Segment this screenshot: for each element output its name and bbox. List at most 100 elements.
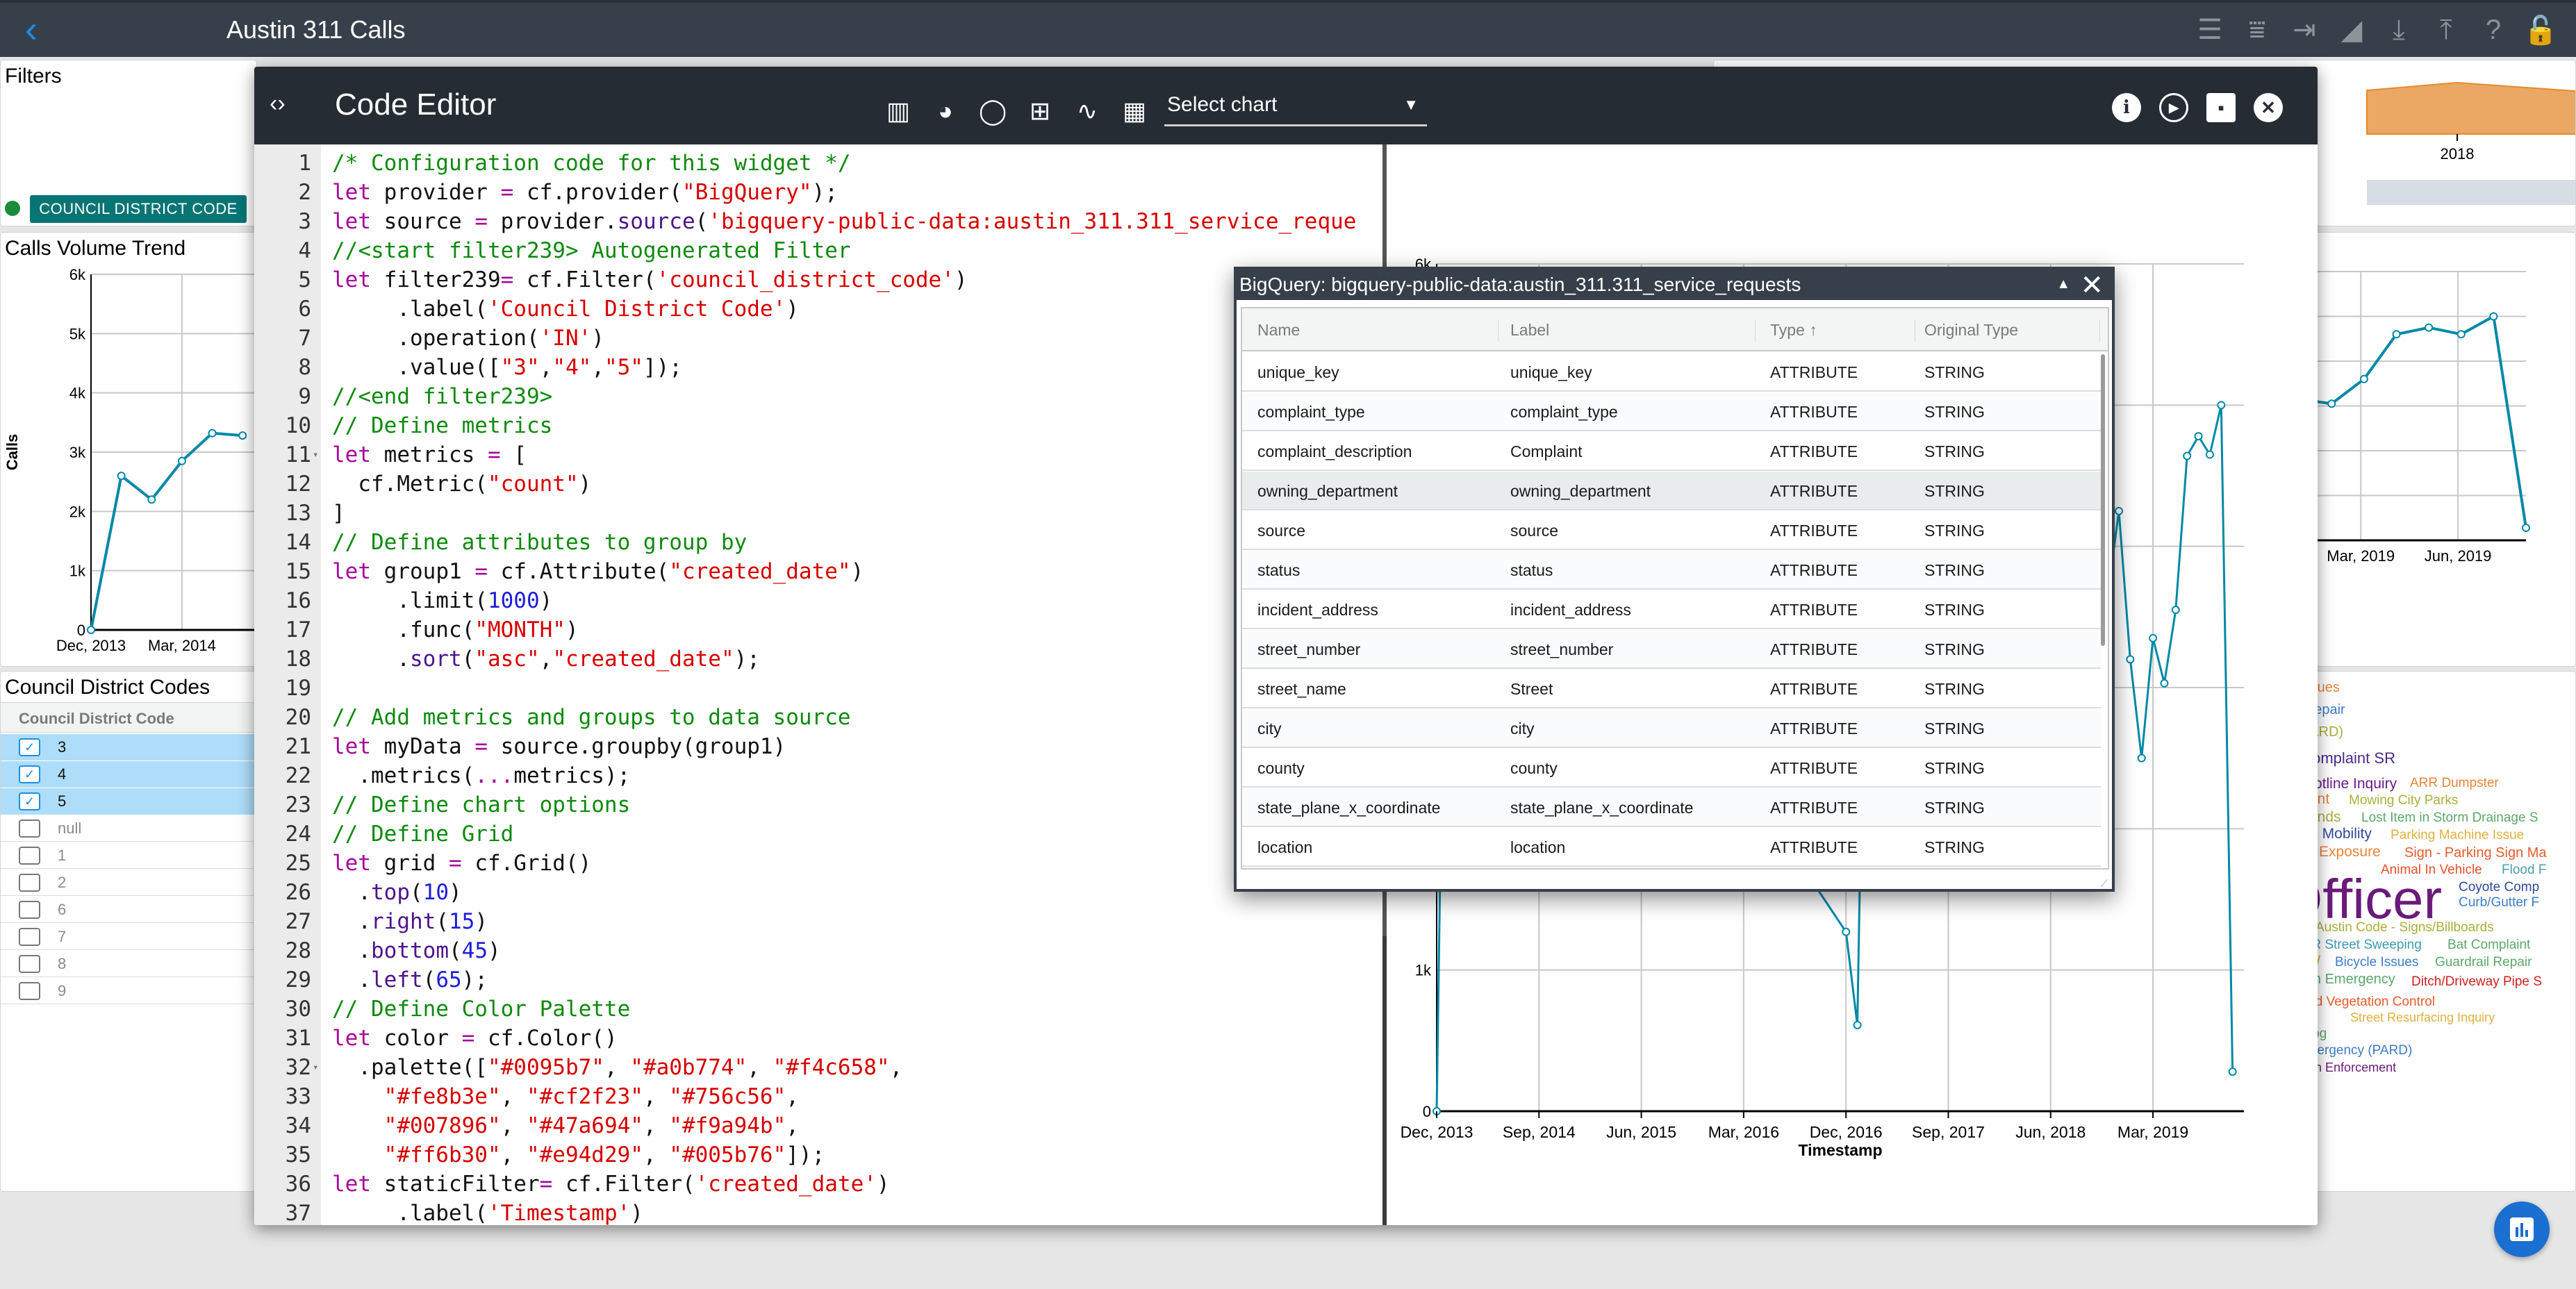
schema-dialog-header[interactable]: BigQuery: bigquery-public-data:austin_31… — [1237, 269, 2112, 301]
code-line[interactable]: 17 .func("MONTH") — [254, 615, 1387, 644]
filter-chip-council-district-code[interactable]: COUNCIL DISTRICT CODE — [30, 195, 247, 223]
council-district-row[interactable]: 6 — [1, 897, 256, 923]
data-point[interactable] — [2522, 523, 2530, 532]
data-point[interactable] — [2205, 450, 2214, 459]
code-line[interactable]: 24 // Define Grid — [254, 820, 1387, 849]
unlock-icon[interactable]: 🔓 — [2523, 14, 2558, 46]
code-line[interactable]: 5 let filter239= cf.Filter('council_distr… — [254, 265, 1387, 294]
download-icon[interactable]: ⤓ — [2383, 14, 2415, 46]
word-cloud-term[interactable]: Lost Item in Storm Drainage S — [2361, 810, 2538, 826]
schema-row[interactable]: unique_key unique_key ATTRIBUTE STRING — [1242, 353, 2101, 392]
code-line[interactable]: 7 .operation('IN') — [254, 324, 1387, 353]
code-line[interactable]: 32 ▾ .palette(["#0095b7", "#a0b774", "#f4… — [254, 1053, 1387, 1082]
council-district-row[interactable]: 2 — [1, 870, 256, 896]
code-line[interactable]: 6 .label('Council District Code') — [254, 294, 1387, 324]
data-point[interactable] — [87, 626, 95, 634]
council-district-row[interactable]: ✓ 5 — [1, 788, 256, 815]
data-point[interactable] — [117, 472, 126, 481]
schema-row[interactable]: status status ATTRIBUTE STRING — [1242, 551, 2101, 590]
schema-row[interactable]: complaint_description Complaint ATTRIBUTE S… — [1242, 432, 2101, 471]
council-district-row[interactable]: 1 — [1, 842, 256, 869]
code-line[interactable]: 36 let staticFilter= cf.Filter('created_d… — [254, 1170, 1387, 1199]
code-line[interactable]: 31 let color = cf.Color() — [254, 1024, 1387, 1053]
upload-icon[interactable]: ⤒ — [2430, 14, 2462, 46]
schema-row[interactable]: source source ATTRIBUTE STRING — [1242, 511, 2101, 550]
column-header-original-type[interactable]: Original Type — [1924, 321, 2018, 340]
data-point[interactable] — [2228, 1067, 2237, 1076]
word-cloud-term[interactable]: Sign - Parking Sign Ma — [2404, 845, 2547, 861]
code-line[interactable]: 27 .right(15) — [254, 907, 1387, 936]
code-line[interactable]: 20 // Add metrics and groups to data sour… — [254, 703, 1387, 732]
data-point[interactable] — [2327, 399, 2336, 408]
donut-chart-icon[interactable]: ◯ — [975, 94, 1010, 128]
schema-table-scrollbar[interactable] — [2101, 354, 2105, 646]
data-point[interactable] — [2194, 432, 2203, 441]
pie-chart-icon[interactable]: ◕ — [928, 94, 963, 128]
back-button[interactable]: ‹ — [25, 10, 53, 48]
help-icon[interactable]: ? — [2477, 14, 2509, 46]
data-point[interactable] — [147, 495, 156, 504]
code-line[interactable]: 18 .sort("asc","created_date"); — [254, 644, 1387, 674]
data-point[interactable] — [2183, 451, 2192, 460]
word-cloud-term[interactable]: Street Resurfacing Inquiry — [2350, 1011, 2495, 1025]
council-district-code-column-header[interactable]: Council District Code — [1, 702, 256, 733]
data-point[interactable] — [2114, 506, 2123, 515]
code-line[interactable]: 21 let myData = source.groupby(group1) — [254, 732, 1387, 761]
data-point[interactable] — [177, 456, 186, 465]
data-point[interactable] — [2149, 633, 2158, 642]
run-icon[interactable]: ▶ — [2159, 93, 2188, 122]
column-header-name[interactable]: Name — [1257, 321, 1300, 340]
time-slider-selection[interactable] — [2367, 180, 2576, 205]
fold-toggle-icon[interactable]: ▾ — [313, 440, 318, 469]
checkbox-unchecked[interactable] — [19, 846, 40, 865]
schema-row[interactable]: state_plane_x_coordinate state_plane_x_co… — [1242, 788, 2101, 827]
data-point[interactable] — [2457, 330, 2466, 339]
code-line[interactable]: 25 let grid = cf.Grid() — [254, 849, 1387, 878]
align-left-icon[interactable]: ☰ — [2194, 14, 2226, 46]
code-line[interactable]: 9 //<end filter239> — [254, 382, 1387, 411]
data-point[interactable] — [2489, 312, 2498, 321]
checkbox-unchecked[interactable] — [19, 900, 40, 919]
code-line[interactable]: 30 // Define Color Palette — [254, 995, 1387, 1024]
data-point[interactable] — [2392, 330, 2401, 339]
word-cloud-term[interactable]: ARR Dumpster — [2410, 776, 2499, 791]
checkbox-unchecked[interactable] — [19, 981, 40, 1000]
schema-row[interactable]: street_number street_number ATTRIBUTE STRIN… — [1242, 630, 2101, 669]
schema-row[interactable]: map_pagemap_pageATTRIBUTESTRING — [1242, 867, 2101, 868]
word-cloud-term[interactable]: Curb/Gutter F — [2459, 895, 2539, 910]
code-line[interactable]: 29 .left(65); — [254, 965, 1387, 995]
code-line[interactable]: 13] — [254, 499, 1387, 528]
data-point[interactable] — [2126, 655, 2135, 664]
code-text-area[interactable]: 1 /* Configuration code for this widget *… — [254, 144, 1387, 1225]
checkbox-checked[interactable]: ✓ — [19, 792, 40, 810]
word-cloud-term[interactable]: Austin Code - Signs/Billboards — [2315, 920, 2494, 935]
code-line[interactable]: 23 // Define chart options — [254, 790, 1387, 820]
close-icon[interactable]: ✕ — [2080, 269, 2104, 301]
council-district-row[interactable]: null — [1, 815, 256, 842]
word-cloud-term[interactable]: Coyote Comp — [2459, 880, 2539, 895]
checkbox-checked[interactable]: ✓ — [19, 738, 40, 756]
code-line[interactable]: 11 ▾ let metrics = [ — [254, 440, 1387, 469]
close-icon[interactable]: ✕ — [2254, 93, 2283, 122]
schema-row[interactable]: complaint_type complaint_type ATTRIBUTE STR… — [1242, 392, 2101, 431]
line-chart-icon[interactable]: ∿ — [1070, 94, 1105, 128]
add-chart-fab[interactable] — [2494, 1201, 2550, 1257]
data-point[interactable] — [2217, 401, 2226, 410]
code-line[interactable]: 28 .bottom(45) — [254, 936, 1387, 965]
column-header-type[interactable]: Type ↑ — [1770, 321, 1817, 340]
calendar-icon[interactable]: ▦ — [1117, 94, 1152, 128]
council-district-row[interactable]: 9 — [1, 978, 256, 1004]
filter-icon[interactable]: ⩸ — [2241, 14, 2273, 46]
schema-row[interactable]: street_name Street ATTRIBUTE STRING — [1242, 670, 2101, 708]
code-line[interactable]: 26 .top(10) — [254, 878, 1387, 907]
collapse-up-icon[interactable]: ▲ — [2056, 276, 2070, 292]
data-point[interactable] — [2160, 679, 2169, 688]
checkbox-unchecked[interactable] — [19, 873, 40, 892]
code-line[interactable]: 35 "#ff6b30", "#e94d29", "#005b76"]); — [254, 1140, 1387, 1170]
code-line[interactable]: 15 let group1 = cf.Attribute("created_dat… — [254, 557, 1387, 586]
code-line[interactable]: 33 "#fe8b3e", "#cf2f23", "#756c56", — [254, 1082, 1387, 1111]
bar-chart-icon[interactable]: ▥ — [881, 94, 916, 128]
schema-row[interactable]: owning_department owning_department ATTRIB… — [1242, 472, 2101, 510]
data-point[interactable] — [208, 429, 217, 438]
column-header-label[interactable]: Label — [1510, 321, 1549, 340]
